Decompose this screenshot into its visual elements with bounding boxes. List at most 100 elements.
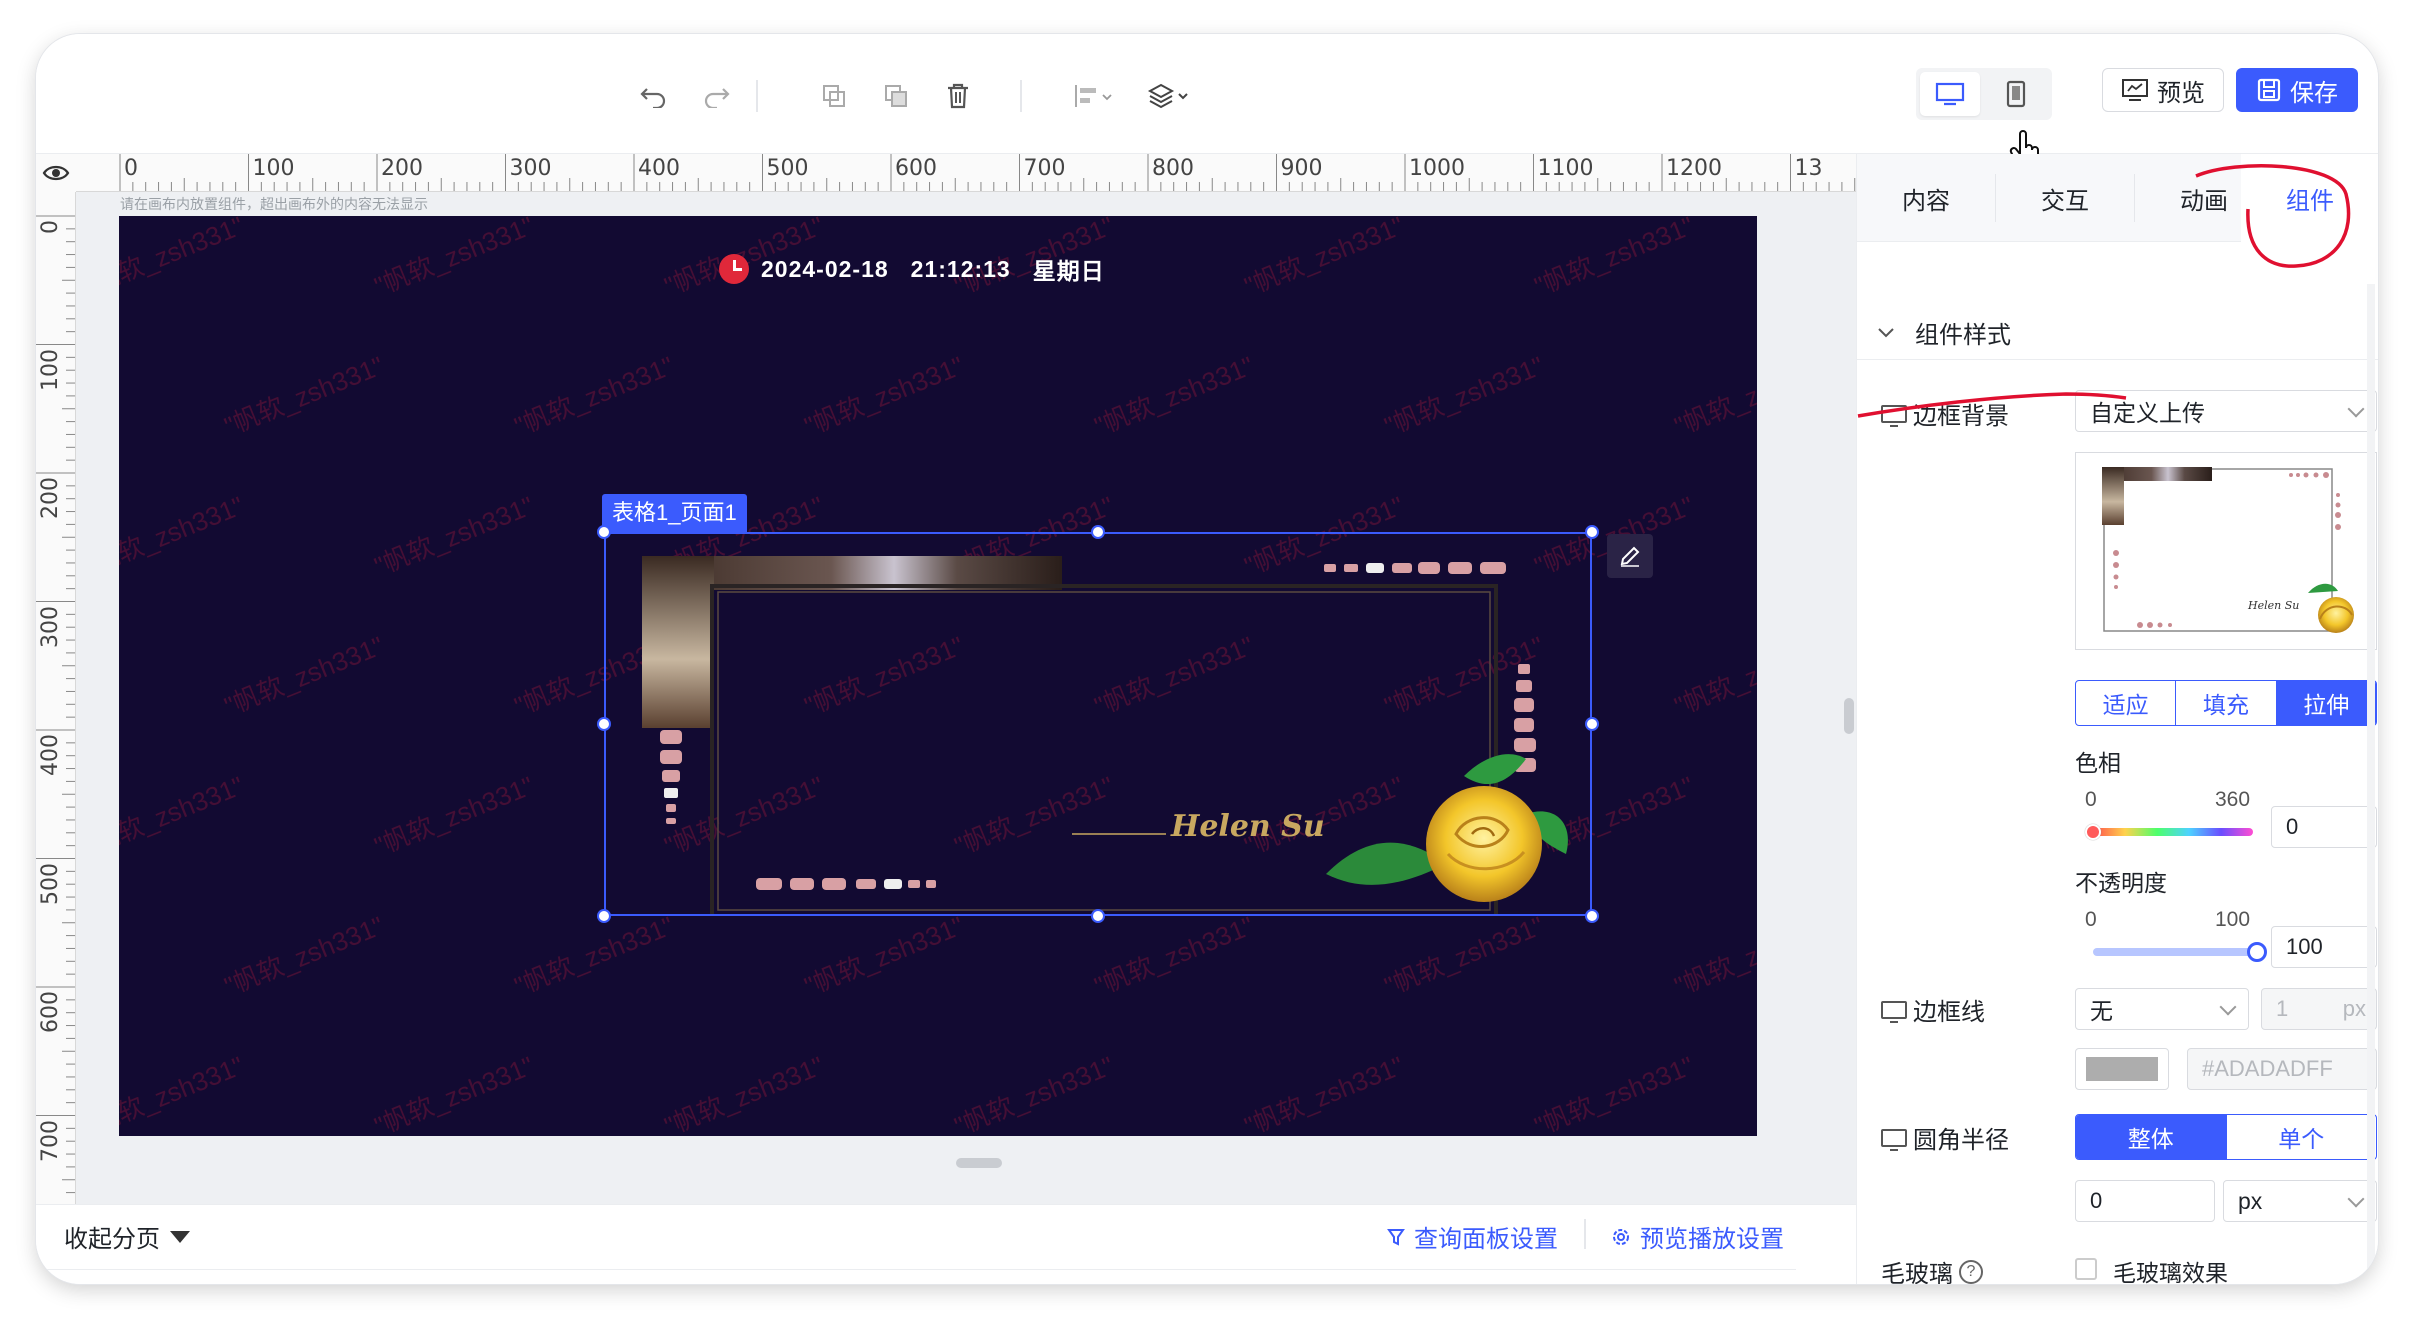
watermark-text: "帆软_zsh331" — [1530, 216, 1698, 302]
svg-text:Helen Su: Helen Su — [2247, 599, 2299, 612]
hue-input[interactable]: 0 — [2271, 806, 2377, 848]
frame-signature-text: Helen Su — [1170, 809, 1325, 844]
panel-scrollbar[interactable] — [2367, 284, 2375, 1284]
top-toolbar: 预览 保存 — [36, 34, 2378, 170]
glass-checkbox[interactable] — [2075, 1258, 2097, 1280]
chevron-down-icon — [1878, 327, 1894, 337]
resize-handle-tl[interactable] — [597, 525, 611, 539]
horizontal-scrollbar[interactable] — [956, 1158, 1002, 1168]
border-line-color-swatch[interactable] — [2075, 1048, 2169, 1090]
watermark-text: "帆软_zsh331" — [800, 350, 968, 442]
preview-button[interactable]: 预览 — [2102, 68, 2224, 112]
ruler-top-label: 900 — [1280, 156, 1323, 181]
resize-handle-br[interactable] — [1585, 909, 1599, 923]
radius-mode-segmented: 整体 单个 — [2075, 1114, 2377, 1160]
watermark-text: "帆软_zsh331" — [1670, 630, 1757, 722]
tab-component[interactable]: 组件 — [2241, 154, 2378, 242]
ruler-left-label: 300 — [38, 605, 63, 648]
selected-component-label[interactable]: 表格1_页面1 — [602, 494, 747, 532]
fit-option-stretch[interactable]: 拉伸 — [2276, 681, 2376, 725]
radius-input[interactable]: 0 — [2075, 1180, 2215, 1222]
selected-table-component[interactable]: Helen Su — [597, 525, 1599, 923]
visibility-eye-icon[interactable] — [36, 154, 76, 192]
watermark-text: "帆软_zsh331" — [220, 910, 388, 1002]
query-panel-label: 查询面板设置 — [1414, 1226, 1558, 1253]
vertical-scrollbar[interactable] — [1844, 698, 1854, 734]
undo-icon[interactable] — [632, 74, 676, 118]
border-line-style-select[interactable]: 无 — [2075, 988, 2249, 1030]
save-button[interactable]: 保存 — [2236, 68, 2358, 112]
glass-label-text: 毛玻璃 — [1881, 1261, 1953, 1284]
border-bg-preview[interactable]: Helen Su — [2075, 452, 2377, 650]
clock-widget[interactable]: 2024-02-18 21:12:13 星期日 — [719, 252, 1105, 286]
help-icon[interactable]: ? — [1959, 1259, 1983, 1284]
ruler-top-label: 13 — [1794, 156, 1823, 181]
opacity-slider-handle[interactable] — [2247, 942, 2267, 962]
app-window: 预览 保存 0 100 200 300 400 500 600 700 800 900 1000 11… — [36, 34, 2378, 1284]
query-panel-settings-button[interactable]: 查询面板设置 — [1386, 1219, 1558, 1254]
watermark-text: "帆软_zsh331" — [950, 1050, 1118, 1136]
collapse-pages-label: 收起分页 — [64, 1226, 160, 1253]
align-icon[interactable] — [1066, 74, 1120, 118]
opacity-input[interactable]: 100 — [2271, 926, 2377, 968]
border-line-width-input: 1 px — [2261, 988, 2377, 1030]
ruler-top: 0 100 200 300 400 500 600 700 800 900 1000 1100 1200… — [76, 154, 1856, 192]
ruler-top-label: 600 — [895, 156, 937, 181]
resize-handle-t[interactable] — [1091, 525, 1105, 539]
desktop-icon[interactable] — [1920, 72, 1980, 116]
ruler-left-label: 700 — [38, 1119, 63, 1162]
hue-slider-handle[interactable] — [2085, 824, 2101, 840]
hue-label: 色相 — [2075, 750, 2121, 776]
layer-icon[interactable] — [1142, 74, 1196, 118]
trash-icon[interactable] — [936, 74, 980, 118]
caret-down-icon — [170, 1230, 190, 1243]
section-component-style[interactable]: 组件样式 — [1857, 306, 2378, 360]
edit-pencil-icon[interactable] — [1607, 534, 1653, 578]
section-title: 组件样式 — [1915, 322, 2011, 349]
chevron-down-icon — [2347, 400, 2365, 418]
collapse-pages-button[interactable]: 收起分页 — [64, 1219, 190, 1254]
radius-mode-all[interactable]: 整体 — [2076, 1115, 2227, 1159]
border-line-width-value: 1 — [2276, 996, 2289, 1021]
opacity-min: 0 — [2085, 908, 2097, 931]
watermark-text: "帆软_zsh331" — [510, 910, 678, 1002]
canvas-workspace[interactable]: 请在画布内放置组件，超出画布外的内容无法显示 "帆软_zsh331" "帆软_zs… — [76, 192, 1856, 1204]
preview-play-settings-button[interactable]: 预览播放设置 — [1610, 1219, 1784, 1254]
watermark-text: "帆软_zsh331" — [1090, 910, 1258, 1002]
watermark-text: "帆软_zsh331" — [119, 770, 248, 862]
resize-handle-bl[interactable] — [597, 909, 611, 923]
mobile-icon[interactable] — [1986, 72, 2046, 116]
hue-slider-track[interactable] — [2093, 828, 2253, 836]
ruler-left-label: 400 — [38, 734, 63, 776]
watermark-text: "帆软_zsh331" — [660, 1050, 828, 1136]
canvas-hint: 请在画布内放置组件，超出画布外的内容无法显示 — [120, 196, 428, 212]
paste-icon[interactable] — [874, 74, 918, 118]
clock-time: 21:12:13 — [910, 255, 1011, 282]
radius-label-text: 圆角半径 — [1913, 1127, 2009, 1154]
ruler-top-label: 1000 — [1409, 156, 1465, 181]
resize-handle-r[interactable] — [1585, 717, 1599, 731]
dashboard-canvas[interactable]: "帆软_zsh331" "帆软_zsh331" "帆软_zsh331" "帆软_zsh… — [119, 216, 1757, 1136]
copy-icon[interactable] — [812, 74, 856, 118]
resize-handle-tr[interactable] — [1585, 525, 1599, 539]
redo-icon[interactable] — [694, 74, 738, 118]
resize-handle-l[interactable] — [597, 717, 611, 731]
ruler-top-label: 400 — [638, 156, 680, 181]
ruler-top-label: 200 — [381, 156, 423, 181]
tab-content[interactable]: 内容 — [1857, 154, 1995, 242]
ruler-top-label: 1100 — [1537, 156, 1594, 181]
preview-play-label: 预览播放设置 — [1640, 1226, 1784, 1253]
radius-unit-select[interactable]: px — [2223, 1180, 2377, 1222]
panel-tabs: 内容 交互 动画 组件 — [1857, 154, 2378, 242]
fit-option-adapt[interactable]: 适应 — [2076, 681, 2177, 725]
border-bg-select[interactable]: 自定义上传 — [2075, 390, 2377, 432]
tab-interaction[interactable]: 交互 — [1996, 154, 2134, 242]
resize-handle-b[interactable] — [1091, 909, 1105, 923]
fit-option-fill[interactable]: 填充 — [2176, 681, 2277, 725]
watermark-text: "帆软_zsh331" — [370, 1050, 538, 1136]
opacity-slider-track[interactable] — [2093, 948, 2257, 956]
border-line-color-hex[interactable]: #ADADADFF — [2187, 1048, 2377, 1090]
border-line-label: 边框线 — [1881, 992, 1985, 1027]
radius-mode-single[interactable]: 单个 — [2227, 1115, 2377, 1159]
watermark-text: "帆软_zsh331" — [370, 216, 538, 302]
